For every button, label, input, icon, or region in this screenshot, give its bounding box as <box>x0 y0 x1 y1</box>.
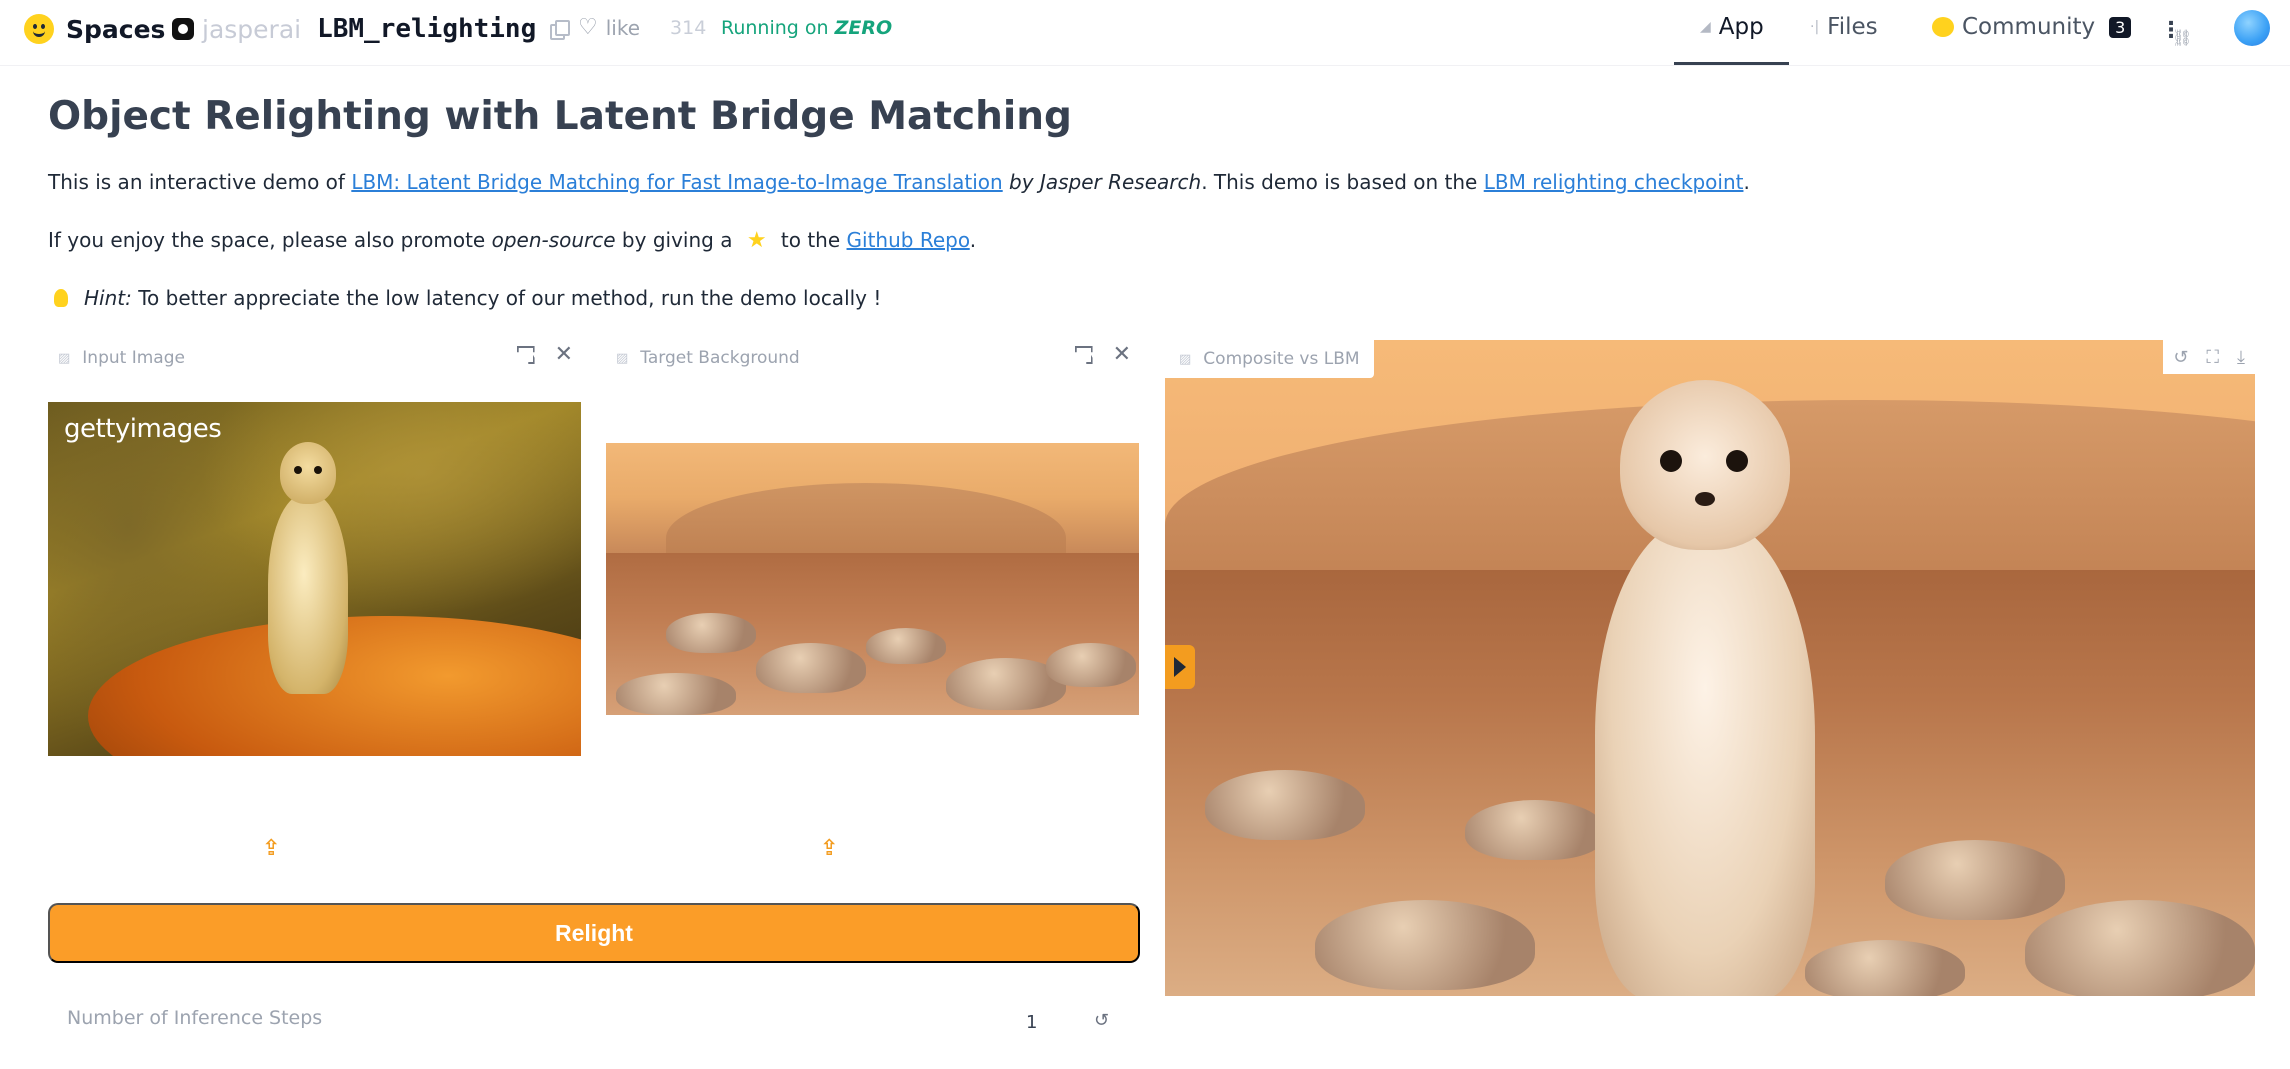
promote-em: open-source <box>491 228 616 252</box>
lbm-checkpoint-link[interactable]: LBM relighting checkpoint <box>1484 170 1744 194</box>
tab-app[interactable]: ◢ App <box>1700 14 1764 40</box>
image-icon: ▨ <box>616 350 629 366</box>
lightbulb-icon <box>54 289 68 307</box>
brand-label: Spaces <box>66 14 166 44</box>
tab-files[interactable]: ⋅| Files <box>1810 14 1878 40</box>
download-icon[interactable]: ⤓ <box>2237 347 2245 368</box>
reset-icon[interactable]: ↺ <box>1094 1010 1109 1031</box>
input-image-label: ▨ Input Image <box>58 348 185 368</box>
input-image-tools: ✕ <box>517 344 573 366</box>
close-icon[interactable]: ✕ <box>1113 344 1131 366</box>
fullscreen-icon[interactable] <box>1075 346 1093 364</box>
active-tab-indicator <box>1674 62 1789 65</box>
spaces-home-link[interactable]: Spaces <box>24 14 165 44</box>
fullscreen-icon[interactable] <box>517 346 535 364</box>
composite-vs-lbm-output[interactable]: ▨ Composite vs LBM ↺ ⛶ ⤓ <box>1165 340 2255 996</box>
input-image-preview[interactable]: gettyimages <box>48 402 581 756</box>
promote-text-4: . <box>969 228 977 252</box>
gettyimages-watermark: gettyimages <box>64 414 222 444</box>
running-status-badge[interactable]: Running on ZERO <box>721 17 892 39</box>
intro-text-1: This is an interactive demo of <box>48 170 352 194</box>
user-avatar[interactable] <box>2234 10 2270 46</box>
like-button[interactable]: ♡ like 314 <box>578 16 706 40</box>
copy-icon[interactable] <box>550 20 571 40</box>
relight-button[interactable]: Relight <box>48 903 1140 963</box>
lbm-paper-link[interactable]: LBM: Latent Bridge Matching for Fast Ima… <box>351 170 1002 194</box>
org-name-link[interactable]: jasperai <box>202 15 301 44</box>
meerkat-figure <box>258 442 358 712</box>
close-icon[interactable]: ✕ <box>555 344 573 366</box>
huggingface-logo-icon <box>24 14 54 44</box>
heart-icon: ♡ <box>578 15 598 40</box>
promote-paragraph: If you enjoy the space, please also prom… <box>48 228 976 253</box>
community-icon <box>1932 17 1954 37</box>
like-label: like <box>605 16 641 40</box>
page-title: Object Relighting with Latent Bridge Mat… <box>48 94 1072 139</box>
tab-app-label: App <box>1718 14 1764 40</box>
fullscreen-icon[interactable]: ⛶ <box>2206 347 2219 368</box>
intro-author: by Jasper Research <box>1002 170 1202 194</box>
input-image-label-text: Input Image <box>82 348 185 368</box>
target-background-panel: ▨ Target Background ✕ ⇪ <box>606 338 1139 868</box>
undo-icon[interactable]: ↺ <box>2173 347 2188 368</box>
target-background-tools: ✕ <box>1075 344 1131 366</box>
image-icon: ▨ <box>58 350 71 366</box>
target-background-label: ▨ Target Background <box>616 348 800 368</box>
repo-breadcrumb: jasperai LBM_relighting <box>172 14 571 44</box>
composite-label: ▨ Composite vs LBM <box>1165 340 1374 378</box>
files-icon: ⋅| <box>1810 19 1820 35</box>
running-prefix: Running on <box>721 17 829 39</box>
community-count-badge: 3 <box>2109 16 2132 38</box>
running-hardware: ZERO <box>834 17 893 39</box>
input-image-panel: ▨ Input Image ✕ gettyimages ⇪ <box>48 338 581 868</box>
intro-text-2: . This demo is based on the <box>1201 170 1484 194</box>
image-icon: ▨ <box>1179 351 1192 367</box>
top-navbar: Spaces jasperai LBM_relighting ♡ like 31… <box>0 0 2290 66</box>
star-icon: ★ <box>746 228 767 253</box>
repo-name-link[interactable]: LBM_relighting <box>317 14 536 44</box>
tab-community[interactable]: Community 3 <box>1932 14 2132 40</box>
composite-label-text: Composite vs LBM <box>1203 349 1360 369</box>
compare-slider-handle[interactable] <box>1165 645 1195 689</box>
like-count[interactable]: 314 <box>670 17 706 39</box>
hint-label: Hint: <box>84 286 132 310</box>
link-icon[interactable]: ⛓ <box>2172 28 2192 47</box>
inference-steps-label: Number of Inference Steps <box>67 1007 323 1029</box>
intro-text-3: . <box>1743 170 1750 194</box>
composite-tools: ↺ ⛶ ⤓ <box>2163 340 2255 374</box>
org-avatar-icon[interactable] <box>172 18 194 40</box>
promote-text-3: to the <box>774 228 847 252</box>
promote-text-1: If you enjoy the space, please also prom… <box>48 228 492 252</box>
target-background-label-text: Target Background <box>640 348 800 368</box>
tab-community-label: Community <box>1962 14 2096 40</box>
tab-files-label: Files <box>1827 14 1878 40</box>
intro-paragraph: This is an interactive demo of LBM: Late… <box>48 170 1750 194</box>
upload-icon[interactable]: ⇪ <box>262 836 280 861</box>
upload-icon[interactable]: ⇪ <box>820 836 838 861</box>
target-background-preview[interactable] <box>606 443 1139 715</box>
hint-text: To better appreciate the low latency of … <box>131 286 882 310</box>
inference-steps-input[interactable]: 1 <box>1026 1012 1037 1033</box>
app-icon: ◢ <box>1700 19 1711 35</box>
hint-paragraph: Hint: To better appreciate the low laten… <box>48 286 881 310</box>
promote-text-2: by giving a <box>615 228 739 252</box>
meerkat-figure <box>1575 380 1835 996</box>
github-repo-link[interactable]: Github Repo <box>847 228 970 252</box>
